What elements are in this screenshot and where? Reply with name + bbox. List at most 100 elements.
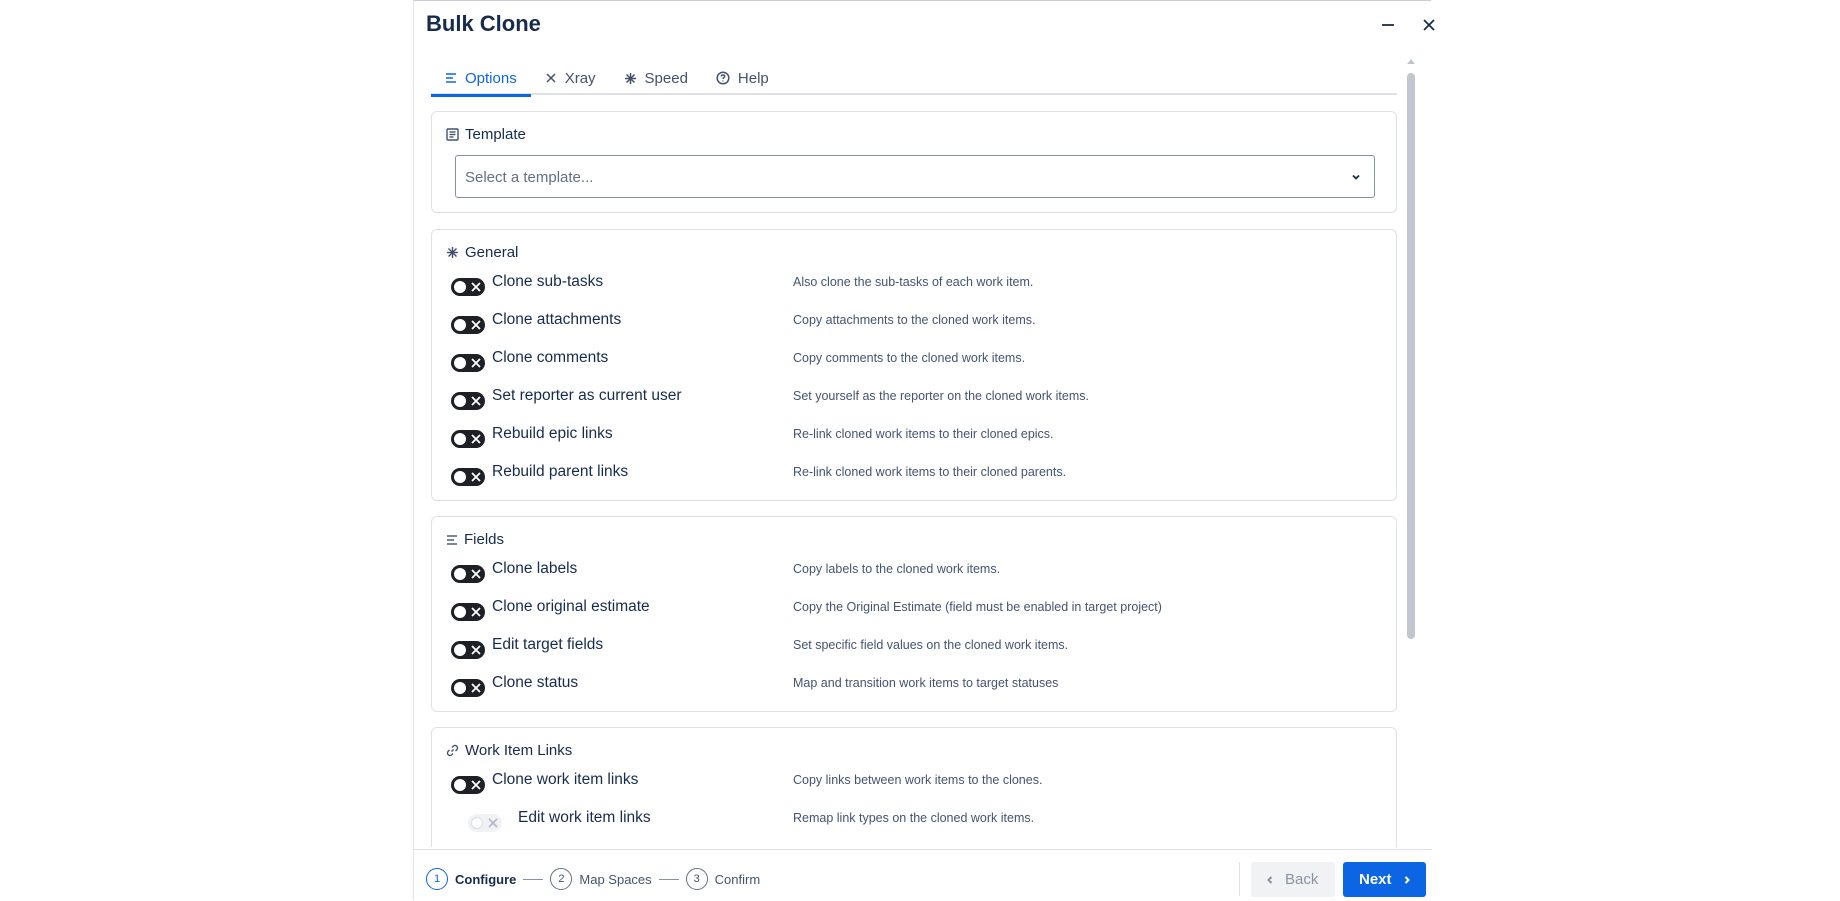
rebuild-parent-links-toggle[interactable] [451,468,485,486]
sparkle-icon [624,72,636,84]
clone-work-item-links-toggle[interactable] [451,776,485,794]
option-row: Edit target fields Set specific field va… [451,636,1381,664]
option-description: Copy attachments to the cloned work item… [793,313,1036,327]
option-row: Rebuild epic links Re-link cloned work i… [451,425,1381,453]
clone-sub-tasks-toggle[interactable] [451,278,485,296]
option-description: Map and transition work items to target … [793,676,1059,690]
option-description: Copy links between work items to the clo… [793,773,1043,787]
tab-help[interactable]: Help [702,61,783,95]
option-label: Edit work item links [518,809,651,826]
option-description: Re-link cloned work items to their clone… [793,465,1067,479]
chevron-right-icon [1404,875,1410,884]
x-icon [471,320,481,330]
tab-label: Xray [564,69,596,87]
step-configure: 1 Configure [426,868,516,890]
option-row: Rebuild parent links Re-link cloned work… [451,463,1381,491]
option-row: Edit work item links Remap link types on… [451,809,1381,837]
x-icon [471,683,481,693]
x-icon [471,282,481,292]
next-label: Next [1359,871,1392,888]
minimize-button[interactable] [1376,13,1400,37]
general-card: General Clone sub-tasks Also clone the s… [431,229,1397,501]
template-heading: Template [446,126,526,143]
option-row: Clone labels Copy labels to the cloned w… [451,560,1381,588]
option-description: Copy comments to the cloned work items. [793,351,1026,365]
back-button[interactable]: Back [1251,862,1335,897]
edit-work-item-links-toggle[interactable] [468,814,502,832]
dialog-footer: 1 Configure 2 Map Spaces 3 Confirm Back … [414,849,1432,901]
option-label: Set reporter as current user [492,387,682,404]
next-button[interactable]: Next [1343,862,1426,897]
option-row: Set reporter as current user Set yoursel… [451,387,1381,415]
template-select[interactable]: Select a template... [455,155,1375,198]
clone-status-toggle[interactable] [451,679,485,697]
footer-divider [1239,862,1240,896]
tab-label: Options [465,69,517,87]
clone-attachments-toggle[interactable] [451,316,485,334]
bulk-clone-dialog: Bulk Clone Options Xray Speed Help Templ… [413,0,1435,901]
minimize-icon [1382,24,1394,26]
fields-heading: Fields [446,531,504,548]
option-label: Clone work item links [492,771,639,788]
general-title: General [465,244,519,261]
scroll-up-arrow-icon[interactable] [1407,59,1415,64]
x-icon [471,569,481,579]
x-icon [471,645,481,655]
fields-title: Fields [464,531,505,548]
option-label: Clone sub-tasks [492,273,604,290]
tab-label: Speed [644,69,688,87]
option-label: Rebuild parent links [492,463,629,480]
step-confirm: 3 Confirm [685,868,761,890]
set-reporter-toggle[interactable] [451,392,485,410]
tab-speed[interactable]: Speed [610,61,702,95]
rebuild-epic-links-toggle[interactable] [451,430,485,448]
option-row: Clone comments Copy comments to the clon… [451,349,1381,377]
fields-card: Fields Clone labels Copy labels to the c… [431,516,1397,712]
clone-comments-toggle[interactable] [451,354,485,372]
option-description: Remap link types on the cloned work item… [793,811,1035,825]
step-connector [658,878,679,880]
edit-target-fields-toggle[interactable] [451,641,485,659]
work-item-links-card: Work Item Links Clone work item links Co… [431,727,1397,847]
step-label: Map Spaces [579,871,652,887]
option-label: Clone attachments [492,311,622,328]
general-heading: General [446,244,518,261]
close-button[interactable] [1417,13,1441,37]
links-heading: Work Item Links [446,742,572,759]
option-description: Copy labels to the cloned work items. [793,562,1001,576]
dialog-header: Bulk Clone [426,11,1435,41]
step-number: 1 [426,868,448,890]
option-label: Edit target fields [492,636,604,653]
chevron-left-icon [1267,875,1273,884]
option-label: Clone comments [492,349,609,366]
option-description: Set yourself as the reporter on the clon… [793,389,1089,403]
step-label: Confirm [714,871,761,887]
link-icon [446,744,459,757]
x-icon [471,472,481,482]
help-icon [716,71,730,85]
x-icon [471,780,481,790]
x-icon [471,434,481,444]
tab-xray[interactable]: Xray [531,61,610,95]
scrollbar[interactable] [1406,59,1416,847]
template-card: Template Select a template... [431,111,1397,213]
list-icon [446,73,456,83]
back-label: Back [1285,871,1319,888]
dialog-title: Bulk Clone [426,11,541,36]
step-number: 2 [550,868,573,890]
step-map-spaces: 2 Map Spaces [550,868,652,890]
option-description: Re-link cloned work items to their clone… [793,427,1054,441]
stepper: 1 Configure 2 Map Spaces 3 Confirm [426,868,760,890]
x-icon [488,818,498,828]
option-row: Clone work item links Copy links between… [451,771,1381,799]
option-row: Clone sub-tasks Also clone the sub-tasks… [451,273,1381,301]
tab-options[interactable]: Options [431,61,531,97]
clone-original-estimate-toggle[interactable] [451,603,485,621]
tab-bar: Options Xray Speed Help [431,61,1397,97]
clone-labels-toggle[interactable] [451,565,485,583]
step-connector [523,878,544,880]
options-content: Template Select a template... General Cl… [431,111,1397,847]
option-row: Clone attachments Copy attachments to th… [451,311,1381,339]
option-description: Set specific field values on the cloned … [793,638,1069,652]
scroll-thumb[interactable] [1407,73,1415,639]
